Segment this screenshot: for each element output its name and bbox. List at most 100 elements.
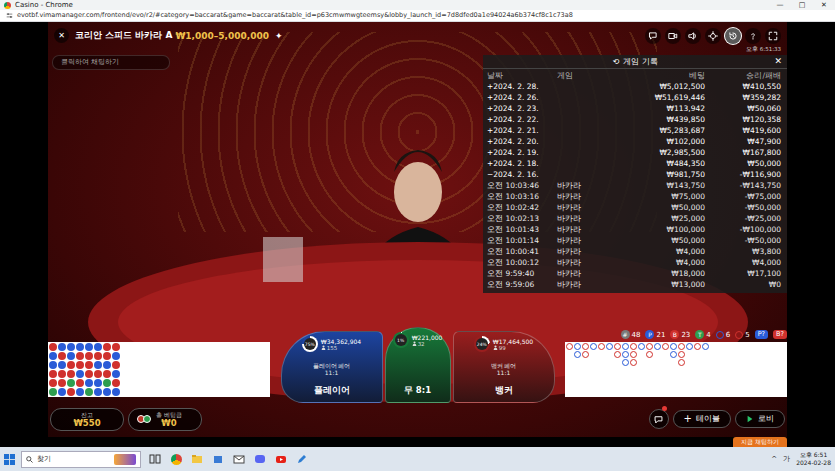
discord-icon[interactable]	[252, 451, 268, 467]
window-control[interactable]: —	[769, 0, 791, 10]
chat-button[interactable]	[649, 409, 669, 429]
big-road-mark	[622, 359, 629, 366]
pair-icon	[735, 331, 743, 339]
history-row[interactable]: +2024. 2. 28.₩5,012,500₩410,550	[483, 81, 787, 92]
big-road-column	[670, 343, 677, 366]
bet-spot[interactable]: 75%₩34,362,904 155플레이어 페어11:1플레이어	[281, 331, 383, 403]
history-close-button[interactable]: ✕	[774, 56, 782, 66]
history-row[interactable]: 오전 10:02:42바카라₩50,000-₩50,000	[483, 202, 787, 213]
bet-percent: 24%	[476, 338, 488, 350]
bead	[94, 370, 102, 378]
notification-dot	[662, 406, 667, 411]
history-row[interactable]: 오전 9:59:06바카라₩13,000₩0	[483, 279, 787, 290]
history-row[interactable]: +2024. 2. 20.₩102,000₩47,900	[483, 136, 787, 147]
mail-icon[interactable]	[231, 451, 247, 467]
table-button[interactable]: +테이블	[673, 410, 731, 428]
taskbar-search[interactable]: 찾기	[21, 451, 141, 468]
history-row[interactable]: +2024. 2. 18.₩484,350₩50,000	[483, 158, 787, 169]
row-bet: ₩439,850	[607, 114, 705, 125]
history-row[interactable]: 오전 10:01:14바카라₩50,000-₩50,000	[483, 235, 787, 246]
site-info-icon[interactable]	[6, 12, 13, 19]
ask-road-button[interactable]: P?	[755, 330, 768, 339]
history-row[interactable]: 오전 10:01:43바카라₩100,000-₩100,000	[483, 224, 787, 235]
system-tray: ^ 가 오후 6:512024-02-28	[771, 451, 831, 467]
history-row[interactable]: 오전 10:03:46바카라₩143,750-₩143,750	[483, 180, 787, 191]
tray-item[interactable]: ^	[771, 455, 777, 463]
history-row[interactable]: 오전 10:02:13바카라₩25,000-₩25,000	[483, 213, 787, 224]
stat-badge: P	[645, 330, 654, 339]
window-control[interactable]: □	[791, 0, 813, 10]
chat-toast[interactable]: 지금 채팅하기	[733, 437, 787, 447]
lobby-button[interactable]: 로비	[735, 410, 785, 428]
toolbar-button[interactable]	[705, 28, 721, 44]
row-result: -₩25,000	[709, 213, 781, 224]
big-road-column	[654, 343, 661, 366]
toolbar-button[interactable]	[765, 28, 781, 44]
task-view-icon[interactable]	[147, 451, 163, 467]
row-result: -₩100,000	[709, 224, 781, 235]
chrome-app-icon[interactable]	[168, 451, 184, 467]
bettor-count: 99	[493, 345, 533, 351]
bead	[58, 343, 66, 351]
pair-label[interactable]: 뱅커 페어11:1	[491, 362, 517, 376]
toolbar-button[interactable]	[745, 28, 761, 44]
row-bet: ₩2,985,500	[607, 147, 705, 158]
big-road-column	[582, 343, 589, 366]
row-date: +2024. 2. 23.	[487, 103, 553, 114]
address-bar[interactable]: evotbf.vimamanager.com/frontend/evo/r2/#…	[0, 10, 835, 22]
history-row[interactable]: 오전 10:03:16바카라₩75,000-₩75,000	[483, 191, 787, 202]
bead	[112, 388, 120, 396]
file-explorer-icon[interactable]	[189, 451, 205, 467]
close-game-button[interactable]: ✕	[54, 28, 69, 43]
ask-road-button[interactable]: B?	[773, 330, 787, 339]
toolbar-button[interactable]	[725, 28, 741, 44]
favorite-button[interactable]: ✦	[275, 31, 283, 41]
history-row[interactable]: 오전 10:00:41바카라₩4,000₩3,800	[483, 246, 787, 257]
stat-item: T4	[695, 330, 710, 339]
history-row[interactable]: +2024. 2. 26.₩51,619,446₩359,282	[483, 92, 787, 103]
chat-input[interactable]: 클릭하여 채팅하기	[52, 55, 170, 70]
toolbar-button[interactable]	[685, 28, 701, 44]
row-date: +2024. 2. 26.	[487, 92, 553, 103]
row-date: +2024. 2. 18.	[487, 158, 553, 169]
big-road-mark	[606, 343, 613, 350]
youtube-icon[interactable]	[273, 451, 289, 467]
pair-label[interactable]: 플레이어 페어11:1	[313, 362, 351, 376]
clock-date[interactable]: 오후 6:512024-02-28	[796, 451, 831, 467]
big-road-mark	[590, 343, 597, 350]
bettor-count: 32	[412, 341, 443, 347]
row-result: ₩410,550	[709, 81, 781, 92]
history-row[interactable]: +2024. 2. 21.₩5,283,687₩419,600	[483, 125, 787, 136]
history-row[interactable]: +2024. 2. 22.₩439,850₩120,358	[483, 114, 787, 125]
right-road-column: #48P21B23T465P?B?	[565, 330, 787, 405]
big-road-column	[622, 343, 629, 366]
row-game: 바카라	[557, 224, 603, 235]
big-road-column	[614, 343, 621, 366]
bead	[67, 388, 75, 396]
history-row[interactable]: 오전 9:59:40바카라₩18,000₩17,100	[483, 268, 787, 279]
bead	[49, 343, 57, 351]
fullscreen-icon	[768, 31, 778, 41]
toolbar-button[interactable]	[645, 28, 661, 44]
history-row[interactable]: 오전 10:00:12바카라₩4,000₩4,000	[483, 257, 787, 268]
bet-spot[interactable]: 1%₩221,000 32무 8:1	[385, 327, 451, 403]
big-road-mark	[574, 351, 581, 358]
history-row[interactable]: +2024. 2. 19.₩2,985,500₩167,800	[483, 147, 787, 158]
toolbar-button[interactable]	[665, 28, 681, 44]
bet-spot[interactable]: 24%₩17,464,500 99뱅커 페어11:1뱅커	[453, 331, 555, 403]
history-row[interactable]: +2024. 2. 23.₩113,942₩50,060	[483, 103, 787, 114]
big-road-mark	[662, 343, 669, 350]
bead	[103, 352, 111, 360]
store-icon[interactable]	[210, 451, 226, 467]
tray-item[interactable]: 가	[783, 454, 790, 464]
windows-start-icon[interactable]	[4, 454, 15, 465]
window-control[interactable]: ✕	[813, 0, 835, 10]
big-road-column	[598, 343, 605, 366]
history-row[interactable]: −2024. 2. 16.₩981,750-₩116,900	[483, 169, 787, 180]
row-date: −2024. 2. 16.	[487, 169, 553, 180]
stat-badge: B	[670, 330, 679, 339]
row-game: 바카라	[557, 235, 603, 246]
url-text[interactable]: evotbf.vimamanager.com/frontend/evo/r2/#…	[17, 10, 573, 21]
edit-icon[interactable]	[294, 451, 310, 467]
row-bet: ₩5,012,500	[607, 81, 705, 92]
